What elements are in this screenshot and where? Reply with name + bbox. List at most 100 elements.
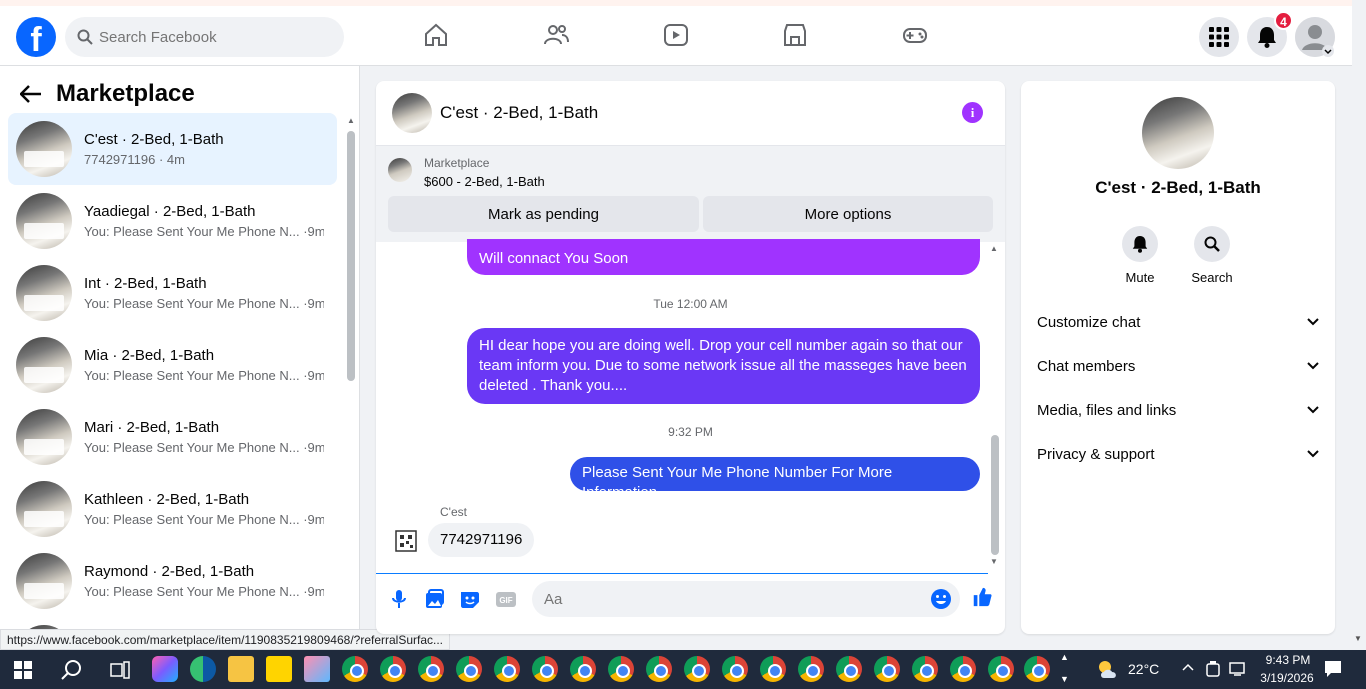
sidebar-scrollbar[interactable] (347, 131, 355, 381)
file-explorer-icon[interactable] (228, 656, 254, 682)
menu-button[interactable] (1199, 17, 1239, 57)
photo-icon[interactable] (423, 588, 445, 610)
windows-taskbar: ▲ ▼ 22°C 9:43 PM 3/19/2026 (0, 650, 1366, 689)
conversation-item-partial[interactable] (8, 617, 337, 629)
message-bubble-outgoing[interactable]: Will connact You Soon (467, 239, 980, 275)
chrome-icon[interactable] (494, 656, 520, 682)
info-icon[interactable]: i (962, 102, 983, 123)
emoji-icon[interactable] (930, 588, 952, 610)
details-avatar[interactable] (1142, 97, 1214, 169)
chat-members-section[interactable]: Chat members (1037, 352, 1319, 380)
chat-avatar[interactable] (392, 93, 432, 133)
conversation-preview: 7742971196 · 4m (84, 152, 185, 167)
taskbar-scroll-up-icon[interactable]: ▲ (1060, 652, 1069, 662)
chat-scroll-down-icon[interactable]: ▼ (990, 557, 998, 566)
chrome-icon[interactable] (608, 656, 634, 682)
weather-icon[interactable] (1096, 658, 1120, 680)
conversation-item-raymond[interactable]: Raymond · 2-Bed, 1-Bath You: Please Sent … (8, 545, 337, 617)
taskbar-scroll-down-icon[interactable]: ▼ (1060, 674, 1069, 684)
marketplace-icon[interactable] (782, 22, 808, 48)
message-input[interactable] (544, 590, 924, 608)
copilot-icon[interactable] (152, 656, 178, 682)
clock-time[interactable]: 9:43 PM (1259, 653, 1317, 667)
thumbs-up-icon[interactable] (971, 586, 993, 608)
paint-icon[interactable] (304, 656, 330, 682)
sticky-notes-icon[interactable] (266, 656, 292, 682)
task-view-icon[interactable] (110, 661, 130, 679)
chrome-icon[interactable] (380, 656, 406, 682)
facebook-logo-icon[interactable]: f (16, 17, 56, 57)
chrome-icon[interactable] (950, 656, 976, 682)
back-arrow-icon[interactable] (20, 85, 42, 103)
media-files-links-section[interactable]: Media, files and links (1037, 396, 1319, 424)
chat-scrollbar[interactable] (991, 435, 999, 555)
friends-icon[interactable] (543, 22, 569, 48)
conversation-item-cest[interactable]: C'est · 2-Bed, 1-Bath 7742971196 · 4m (8, 113, 337, 185)
gaming-icon[interactable] (902, 22, 928, 48)
chat-scroll-up-icon[interactable]: ▲ (990, 244, 998, 253)
privacy-support-section[interactable]: Privacy & support (1037, 440, 1319, 468)
customize-chat-section[interactable]: Customize chat (1037, 308, 1319, 336)
conversation-item-mia[interactable]: Mia · 2-Bed, 1-Bath You: Please Sent Your… (8, 329, 337, 401)
chrome-icon[interactable] (418, 656, 444, 682)
battery-icon[interactable] (1206, 661, 1220, 677)
chrome-icon[interactable] (570, 656, 596, 682)
gif-icon[interactable]: GIF (495, 588, 517, 610)
message-bubble-incoming[interactable]: 7742971196 (428, 523, 535, 557)
conversation-item-kathleen[interactable]: Kathleen · 2-Bed, 1-Bath You: Please Sent… (8, 473, 337, 545)
conversation-item-mari[interactable]: Mari · 2-Bed, 1-Bath You: Please Sent You… (8, 401, 337, 473)
message-bubble-outgoing[interactable]: Please Sent Your Me Phone Number For Mor… (570, 457, 980, 501)
notification-center-icon[interactable] (1324, 660, 1342, 678)
bell-icon (1258, 27, 1276, 48)
scroll-up-arrow-icon[interactable]: ▲ (347, 116, 355, 125)
chrome-icon[interactable] (798, 656, 824, 682)
chevron-down-icon (1307, 318, 1319, 326)
listing-thumbnail[interactable] (388, 158, 412, 182)
chrome-icon[interactable] (836, 656, 862, 682)
chrome-icon[interactable] (722, 656, 748, 682)
notifications-button[interactable]: 4 (1247, 11, 1293, 57)
chrome-icon[interactable] (456, 656, 482, 682)
clock-date[interactable]: 3/19/2026 (1251, 671, 1323, 685)
chrome-icon[interactable] (874, 656, 900, 682)
edge-icon[interactable] (190, 656, 216, 682)
chrome-icon[interactable] (1024, 656, 1050, 682)
message-input-field[interactable] (532, 581, 960, 617)
chrome-icon[interactable] (912, 656, 938, 682)
temperature-text[interactable]: 22°C (1128, 661, 1159, 677)
chat-details-panel: C'est · 2-Bed, 1-Bath Mute Search Custom… (1021, 81, 1335, 634)
more-options-button[interactable]: More options (703, 196, 993, 232)
microphone-icon[interactable] (388, 588, 410, 610)
taskbar-search-icon[interactable] (61, 659, 83, 681)
chrome-icon[interactable] (684, 656, 710, 682)
chevron-up-icon[interactable] (1182, 663, 1194, 671)
chrome-icon[interactable] (342, 656, 368, 682)
windows-start-icon[interactable] (14, 661, 32, 679)
chrome-icon[interactable] (532, 656, 558, 682)
mute-action[interactable]: Mute (1105, 226, 1175, 285)
profile-avatar-icon (1295, 17, 1335, 57)
mark-as-pending-button[interactable]: Mark as pending (388, 196, 699, 232)
conversation-preview: You: Please Sent Your Me Phone N... ·9m (84, 368, 324, 383)
video-icon[interactable] (663, 22, 689, 48)
conversation-item-int[interactable]: Int · 2-Bed, 1-Bath You: Please Sent Your… (8, 257, 337, 329)
conversation-name: Int · 2-Bed, 1-Bath (84, 275, 207, 292)
sender-avatar-icon[interactable] (394, 529, 418, 555)
conversation-item-yaadiegal[interactable]: Yaadiegal · 2-Bed, 1-Bath You: Please Sen… (8, 185, 337, 257)
home-icon[interactable] (423, 22, 449, 48)
sticker-icon[interactable] (459, 588, 481, 610)
listing-price[interactable]: $600 - 2-Bed, 1-Bath (424, 174, 545, 189)
page-scroll-down-icon[interactable]: ▼ (1354, 634, 1362, 643)
account-button[interactable] (1295, 17, 1335, 57)
conversation-preview: You: Please Sent Your Me Phone N... ·9m (84, 440, 324, 455)
chat-title[interactable]: C'est · 2-Bed, 1-Bath (440, 103, 598, 123)
search-bar[interactable] (65, 17, 344, 57)
search-action[interactable]: Search (1177, 226, 1247, 285)
network-icon[interactable] (1229, 661, 1247, 677)
chrome-icon[interactable] (760, 656, 786, 682)
message-bubble-outgoing[interactable]: HI dear hope you are doing well. Drop yo… (467, 328, 980, 404)
chrome-icon[interactable] (988, 656, 1014, 682)
conversation-name: Yaadiegal · 2-Bed, 1-Bath (84, 203, 256, 220)
chrome-icon[interactable] (646, 656, 672, 682)
search-input[interactable] (99, 28, 319, 46)
